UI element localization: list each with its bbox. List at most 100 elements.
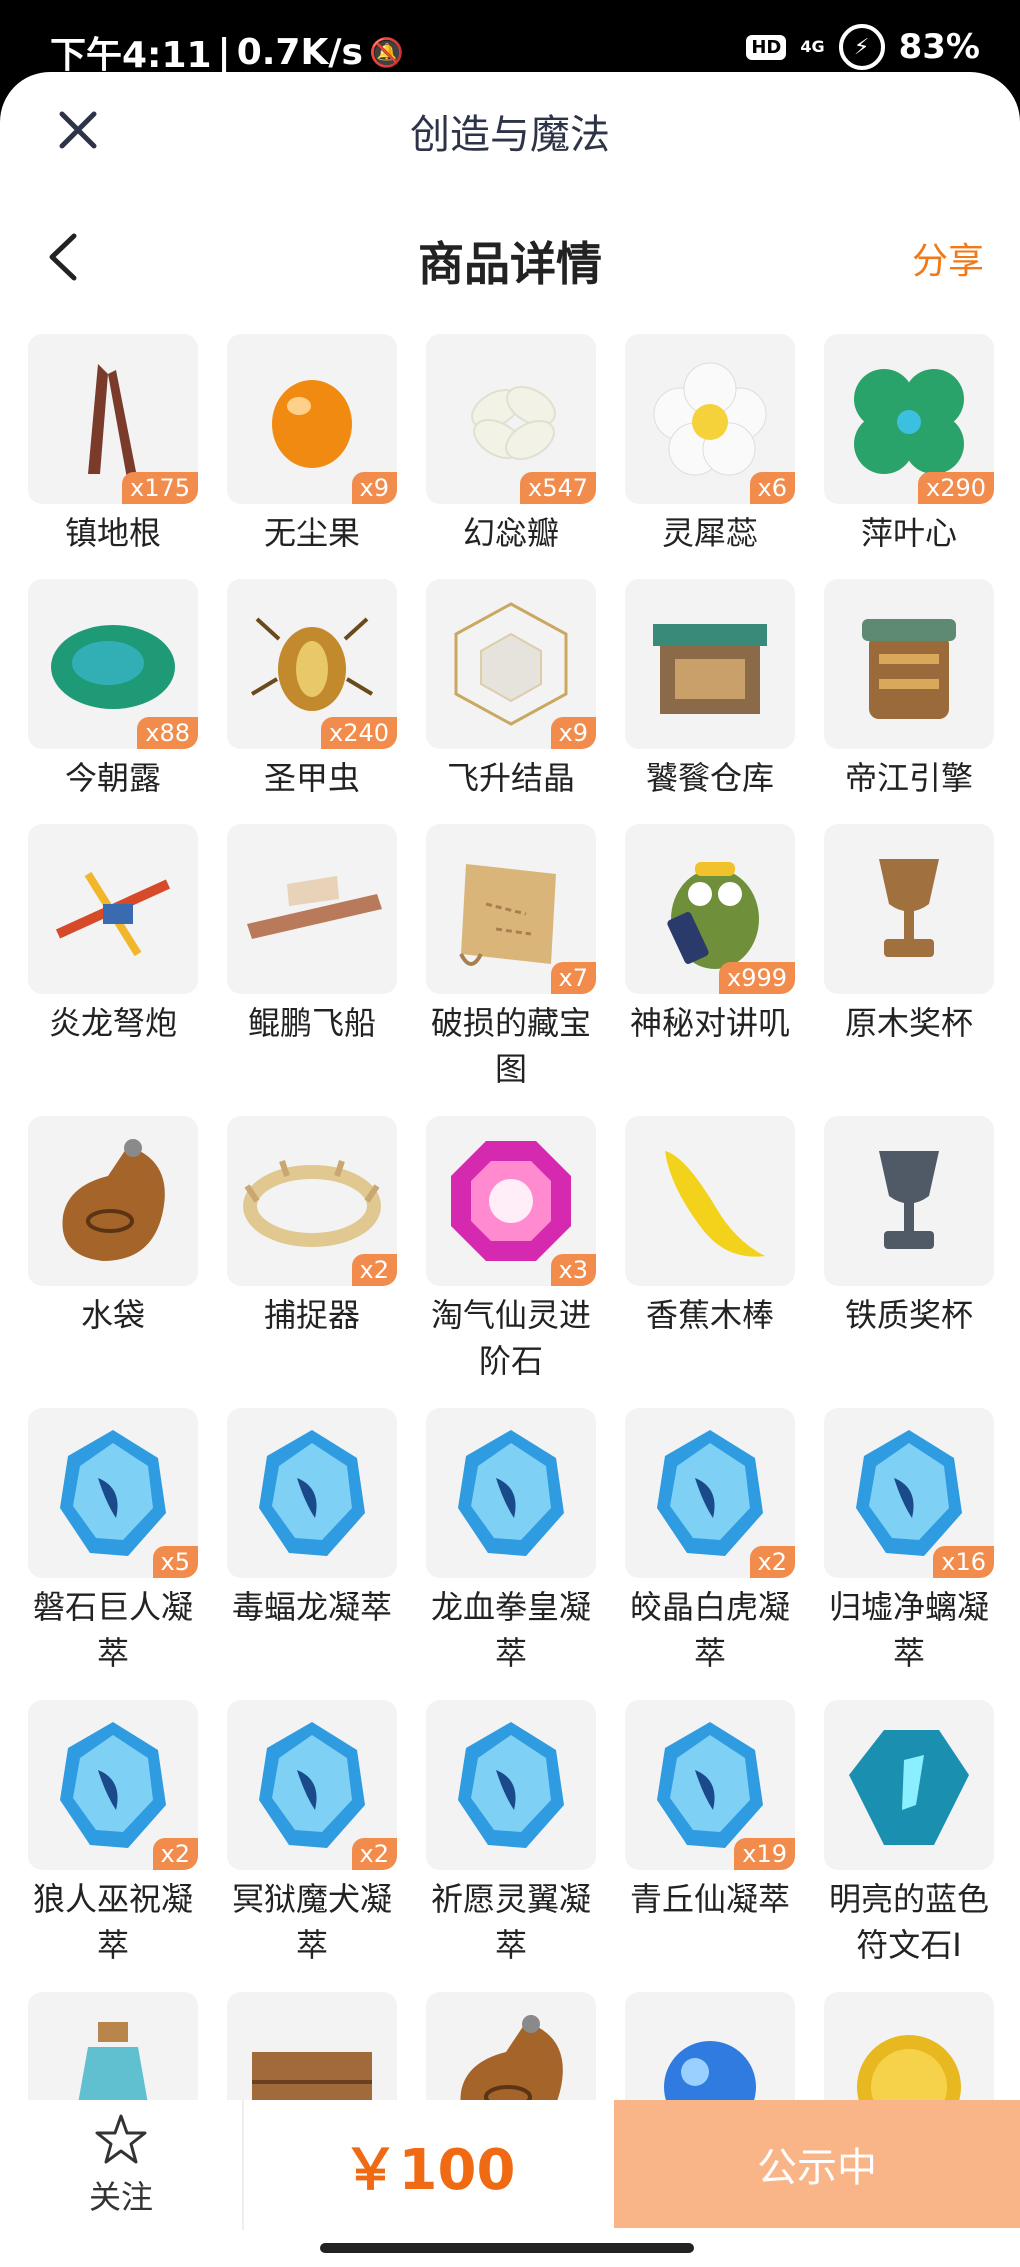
item-thumbnail — [824, 1116, 994, 1286]
item-card[interactable]: 祈愿灵翼凝萃 — [426, 1700, 596, 1992]
item-card[interactable]: 饕餮仓库 — [625, 579, 795, 824]
item-name: 飞升结晶 — [446, 759, 575, 797]
follow-button[interactable]: 关注 — [0, 2100, 242, 2230]
item-card[interactable]: x2 捕捉器 — [227, 1116, 397, 1408]
trophy-icon — [879, 1151, 939, 1249]
item-name: 捕捉器 — [263, 1296, 360, 1334]
item-thumbnail — [426, 1700, 596, 1870]
item-card[interactable]: x7 破损的藏宝图 — [426, 824, 596, 1116]
item-card[interactable]: x9 飞升结晶 — [426, 579, 596, 824]
status-right: HD 4G ⚡ 83% — [746, 24, 980, 70]
item-card[interactable]: 毒蝠龙凝萃 — [227, 1408, 397, 1700]
item-name: 水袋 — [80, 1296, 145, 1334]
item-card[interactable]: 明亮的蓝色符文石I — [824, 1700, 994, 1992]
nav-bar: 商品详情 分享 — [0, 202, 1020, 312]
item-thumbnail: x2 — [28, 1700, 198, 1870]
item-card[interactable]: x240 圣甲虫 — [227, 579, 397, 824]
item-card[interactable]: x3 淘气仙灵进阶石 — [426, 1116, 596, 1408]
item-card[interactable]: 炎龙弩炮 — [28, 824, 198, 1116]
item-card[interactable]: 鲲鹏飞船 — [227, 824, 397, 1116]
item-quantity-badge: x9 — [351, 472, 397, 504]
item-card[interactable]: x19 青丘仙凝萃 — [625, 1700, 795, 1992]
trophy-icon — [879, 859, 939, 957]
item-card[interactable]: x2 皎晶白虎凝萃 — [625, 1408, 795, 1700]
rune-crystal-icon — [458, 1430, 564, 1556]
clock: 下午4:11 — [50, 35, 212, 76]
item-card[interactable]: 水袋 — [28, 1116, 198, 1408]
item-quantity-badge: x9 — [550, 717, 596, 749]
mini-program-title: 创造与魔法 — [410, 112, 610, 158]
item-card[interactable]: x16 归墟净螭凝萃 — [824, 1408, 994, 1700]
item-card[interactable]: x999 神秘对讲叽 — [625, 824, 795, 1116]
status-button[interactable]: 公示中 — [614, 2100, 1020, 2228]
item-thumbnail — [824, 579, 994, 749]
item-name: 原木奖杯 — [844, 1004, 973, 1042]
item-card[interactable]: x547 幻惢瓣 — [426, 334, 596, 579]
bottom-bar: 关注 ￥100 公示中 — [0, 2100, 1020, 2267]
item-name: 饕餮仓库 — [645, 759, 774, 797]
item-quantity-badge: x16 — [933, 1546, 994, 1578]
item-quantity-badge: x290 — [917, 472, 994, 504]
item-thumbnail — [824, 1700, 994, 1870]
item-name: 毒蝠龙凝萃 — [231, 1588, 392, 1626]
water-bag-icon — [62, 1139, 165, 1261]
item-card[interactable]: x5 磐石巨人凝萃 — [28, 1408, 198, 1700]
item-quantity-badge: x2 — [351, 1254, 397, 1286]
item-thumbnail: x3 — [426, 1116, 596, 1286]
item-name: 炎龙弩炮 — [48, 1004, 177, 1042]
item-card[interactable]: x2 狼人巫祝凝萃 — [28, 1700, 198, 1992]
item-thumbnail: x240 — [227, 579, 397, 749]
item-thumbnail: x16 — [824, 1408, 994, 1578]
item-card[interactable]: 香蕉木棒 — [625, 1116, 795, 1408]
mini-program-header: 创造与魔法 — [0, 72, 1020, 182]
item-quantity-badge: x19 — [734, 1838, 795, 1870]
item-quantity-badge: x3 — [550, 1254, 596, 1286]
item-name: 今朝露 — [64, 759, 161, 797]
item-name: 淘气仙灵进阶石 — [430, 1296, 591, 1380]
item-card[interactable]: 龙血拳皇凝萃 — [426, 1408, 596, 1700]
item-quantity-badge: x2 — [749, 1546, 795, 1578]
mute-icon: 🔕 — [368, 35, 404, 69]
share-button[interactable]: 分享 — [912, 232, 984, 284]
item-card[interactable]: x88 今朝露 — [28, 579, 198, 824]
item-card[interactable]: x2 冥狱魔犬凝萃 — [227, 1700, 397, 1992]
item-card[interactable]: 原木奖杯 — [824, 824, 994, 1116]
crossbow-icon — [55, 871, 171, 957]
item-card[interactable]: 铁质奖杯 — [824, 1116, 994, 1408]
item-quantity-badge: x5 — [152, 1546, 198, 1578]
item-name: 铁质奖杯 — [844, 1296, 973, 1334]
item-name: 萍叶心 — [860, 514, 957, 552]
item-name: 灵犀蕊 — [661, 514, 758, 552]
item-name: 龙血拳皇凝萃 — [430, 1588, 591, 1672]
item-thumbnail — [625, 1116, 795, 1286]
battery-level: 83% — [898, 27, 980, 67]
item-thumbnail — [426, 1408, 596, 1578]
item-name: 狼人巫祝凝萃 — [32, 1880, 193, 1964]
item-name: 磐石巨人凝萃 — [32, 1588, 193, 1672]
hd-badge: HD — [746, 34, 787, 60]
rune-crystal-icon — [259, 1430, 365, 1556]
item-thumbnail: x9 — [426, 579, 596, 749]
item-card[interactable]: x6 灵犀蕊 — [625, 334, 795, 579]
item-quantity-badge: x7 — [550, 962, 596, 994]
item-card[interactable]: x175 镇地根 — [28, 334, 198, 579]
item-grid: x175 镇地根 x9 无尘果 x547 幻惢瓣 x6 灵犀蕊 x290 萍叶心 x88 今朝露 x24… — [28, 334, 998, 2192]
item-quantity-badge: x175 — [121, 472, 198, 504]
airship-icon — [247, 876, 382, 939]
item-card[interactable]: 帝江引擎 — [824, 579, 994, 824]
item-name: 神秘对讲叽 — [629, 1004, 790, 1042]
item-thumbnail: x2 — [625, 1408, 795, 1578]
item-name: 香蕉木棒 — [645, 1296, 774, 1334]
item-card[interactable]: x9 无尘果 — [227, 334, 397, 579]
mini-program-sheet: 创造与魔法 商品详情 分享 x175 镇地根 x9 无尘果 x547 幻惢瓣 x6 灵犀蕊 x2… — [0, 72, 1020, 2267]
item-thumbnail: x88 — [28, 579, 198, 749]
item-thumbnail: x9 — [227, 334, 397, 504]
item-thumbnail: x2 — [227, 1700, 397, 1870]
item-thumbnail: x2 — [227, 1116, 397, 1286]
item-quantity-badge: x547 — [519, 472, 596, 504]
item-card[interactable]: x290 萍叶心 — [824, 334, 994, 579]
item-thumbnail — [227, 1408, 397, 1578]
rune-crystal-icon — [458, 1722, 564, 1848]
battery-icon: ⚡ — [838, 24, 885, 70]
item-name: 明亮的蓝色符文石I — [828, 1880, 989, 1964]
